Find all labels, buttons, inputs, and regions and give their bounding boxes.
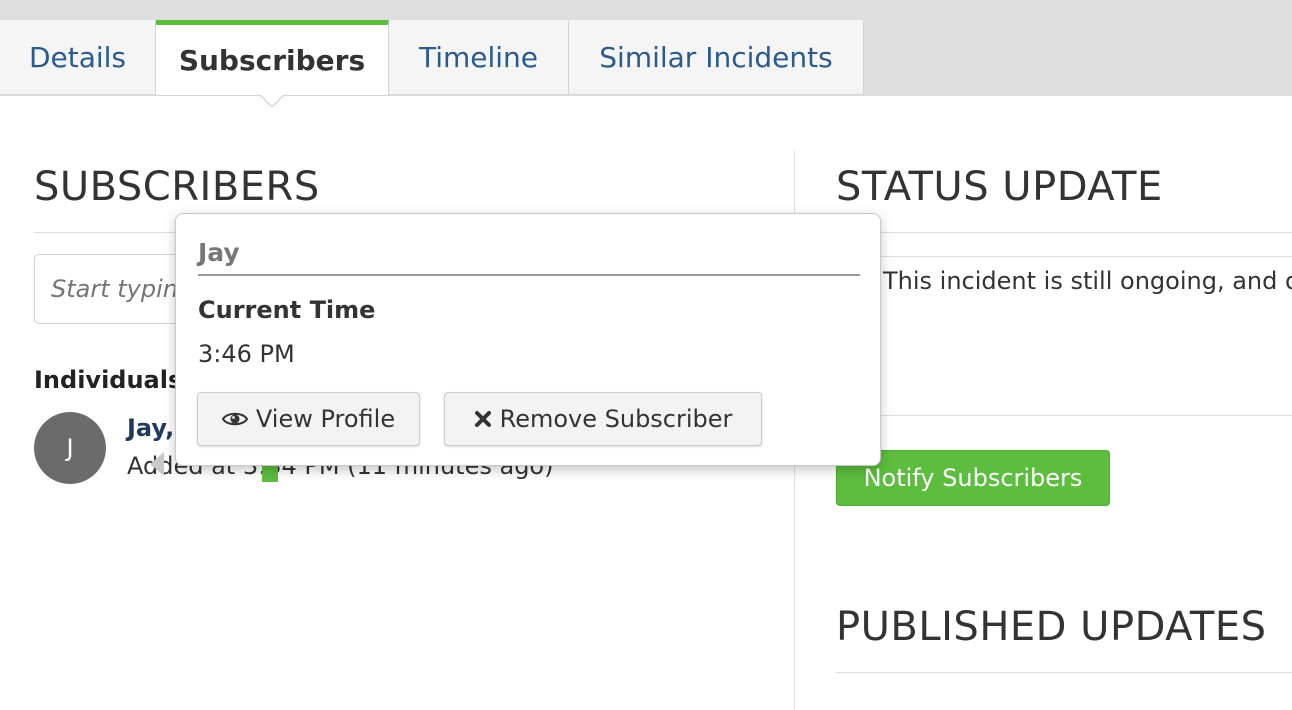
tab-timeline[interactable]: Timeline [389,20,569,95]
current-time-label: Current Time [198,296,376,324]
view-profile-button[interactable]: View Profile [197,392,420,446]
remove-subscriber-button[interactable]: Remove Subscriber [444,392,762,446]
status-update-heading-rule [836,232,1292,233]
popover-name: Jay [198,238,240,267]
remove-subscriber-label: Remove Subscriber [499,405,733,433]
current-time-value: 3:46 PM [198,340,295,368]
status-update-text: This incident is still ongoing, and our … [883,267,1292,295]
status-update-heading: STATUS UPDATE [836,164,1163,210]
eye-icon [221,410,248,428]
published-updates-heading: PUBLISHED UPDATES [836,604,1267,650]
avatar-initial: J [66,434,74,462]
close-icon [474,410,492,428]
subscribers-heading: SUBSCRIBERS [34,164,320,210]
tab-bar: Details Subscribers Timeline Similar Inc… [0,20,864,108]
tab-subscribers[interactable]: Subscribers [156,20,389,108]
subscriber-name[interactable]: Jay, [127,414,174,442]
published-updates-rule [836,672,1292,673]
popover-divider [198,274,860,276]
avatar[interactable]: J [34,412,106,484]
view-profile-label: View Profile [255,405,396,433]
popover-pointer [150,452,164,476]
subscriber-popover: Jay Current Time 3:46 PM View Profile Re… [175,213,881,466]
tab-details[interactable]: Details [0,20,156,95]
status-update-textarea[interactable]: This incident is still ongoing, and our … [836,256,1292,416]
individuals-label: Individuals [34,366,183,394]
tab-similar-incidents[interactable]: Similar Incidents [569,20,864,95]
